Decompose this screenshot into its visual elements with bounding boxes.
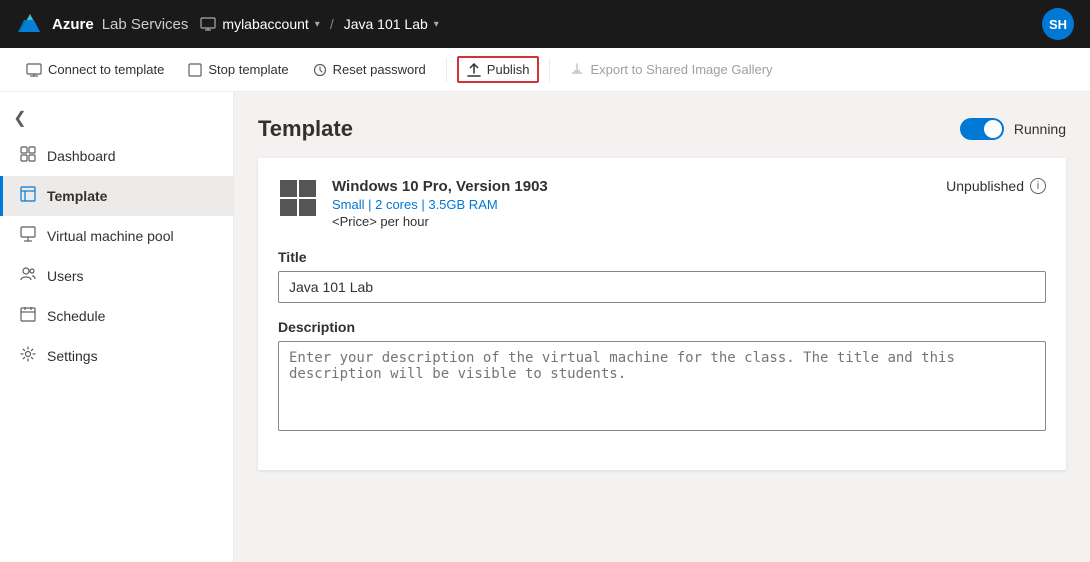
vm-details: Windows 10 Pro, Version 1903 Small | 2 c… [332, 178, 946, 229]
sidebar: ❮ Dashboard Template [0, 92, 234, 562]
export-icon [570, 63, 584, 77]
title-label: Title [278, 249, 1046, 265]
dashboard-icon [19, 146, 37, 166]
status-info-icon[interactable]: i [1030, 178, 1046, 194]
toolbar-divider-2 [549, 58, 550, 82]
collapse-icon: ❮ [13, 108, 26, 128]
toggle-container: Running [960, 118, 1066, 140]
reset-label: Reset password [333, 62, 426, 77]
vm-price: <Price> per hour [332, 214, 946, 229]
connect-label: Connect to template [48, 62, 164, 77]
sidebar-item-schedule-label: Schedule [47, 308, 105, 324]
sidebar-item-template-label: Template [47, 188, 107, 204]
connect-to-template-button[interactable]: Connect to template [16, 56, 174, 83]
lab-name[interactable]: Java 101 Lab [344, 16, 428, 32]
title-input[interactable] [278, 271, 1046, 303]
topbar: Azure Lab Services mylabaccount ▾ / Java… [0, 0, 1090, 48]
template-icon [19, 186, 37, 206]
export-button[interactable]: Export to Shared Image Gallery [560, 56, 782, 83]
main-content: Template Running [234, 92, 1090, 562]
sidebar-collapse-button[interactable]: ❮ [0, 100, 40, 136]
sidebar-item-dashboard-label: Dashboard [47, 148, 116, 164]
toolbar: Connect to template Stop template Reset … [0, 48, 1090, 92]
sidebar-item-vm-pool-label: Virtual machine pool [47, 228, 174, 244]
sidebar-item-users-label: Users [47, 268, 84, 284]
computer-icon [200, 16, 216, 32]
connect-icon [26, 63, 42, 77]
topbar-logo: Azure Lab Services [16, 10, 188, 38]
sidebar-item-dashboard[interactable]: Dashboard [0, 136, 233, 176]
page-title: Template [258, 116, 353, 142]
toggle-thumb [984, 120, 1002, 138]
export-label: Export to Shared Image Gallery [590, 62, 772, 77]
vm-spec: Small | 2 cores | 3.5GB RAM [332, 197, 946, 212]
publish-label: Publish [487, 62, 530, 77]
avatar[interactable]: SH [1042, 8, 1074, 40]
title-field-group: Title [278, 249, 1046, 303]
main-layout: ❮ Dashboard Template [0, 92, 1090, 562]
windows-logo-icon [278, 178, 318, 218]
schedule-icon [19, 306, 37, 326]
publish-icon [467, 63, 481, 77]
sidebar-item-schedule[interactable]: Schedule [0, 296, 233, 336]
account-name[interactable]: mylabaccount [222, 16, 308, 32]
reset-password-button[interactable]: Reset password [303, 56, 436, 83]
description-label: Description [278, 319, 1046, 335]
toolbar-divider [446, 58, 447, 82]
brand-azure: Azure [52, 16, 94, 33]
description-textarea[interactable] [278, 341, 1046, 431]
sidebar-item-settings-label: Settings [47, 348, 98, 364]
stop-icon [188, 63, 202, 77]
breadcrumb-separator: / [330, 16, 334, 32]
vm-info: Windows 10 Pro, Version 1903 Small | 2 c… [278, 178, 1046, 229]
account-chevron: ▾ [315, 19, 320, 30]
vm-name: Windows 10 Pro, Version 1903 [332, 178, 946, 195]
users-icon [19, 266, 37, 286]
breadcrumb: mylabaccount ▾ / Java 101 Lab ▾ [200, 16, 438, 32]
description-field-group: Description [278, 319, 1046, 434]
toggle-label: Running [1014, 121, 1066, 137]
brand-service: Lab Services [102, 16, 189, 33]
stop-label: Stop template [208, 62, 288, 77]
lab-chevron: ▾ [434, 19, 439, 30]
stop-template-button[interactable]: Stop template [178, 56, 298, 83]
template-card: Windows 10 Pro, Version 1903 Small | 2 c… [258, 158, 1066, 470]
running-toggle[interactable] [960, 118, 1004, 140]
azure-logo-icon [16, 10, 44, 38]
unpublished-status: Unpublished [946, 178, 1024, 194]
sidebar-item-settings[interactable]: Settings [0, 336, 233, 376]
sidebar-item-users[interactable]: Users [0, 256, 233, 296]
sidebar-item-vm-pool[interactable]: Virtual machine pool [0, 216, 233, 256]
vm-status: Unpublished i [946, 178, 1046, 194]
settings-icon [19, 346, 37, 366]
main-header: Template Running [258, 116, 1066, 142]
toggle-track [960, 118, 1004, 140]
vm-pool-icon [19, 226, 37, 246]
reset-icon [313, 63, 327, 77]
sidebar-item-template[interactable]: Template [0, 176, 233, 216]
publish-button[interactable]: Publish [457, 56, 540, 83]
